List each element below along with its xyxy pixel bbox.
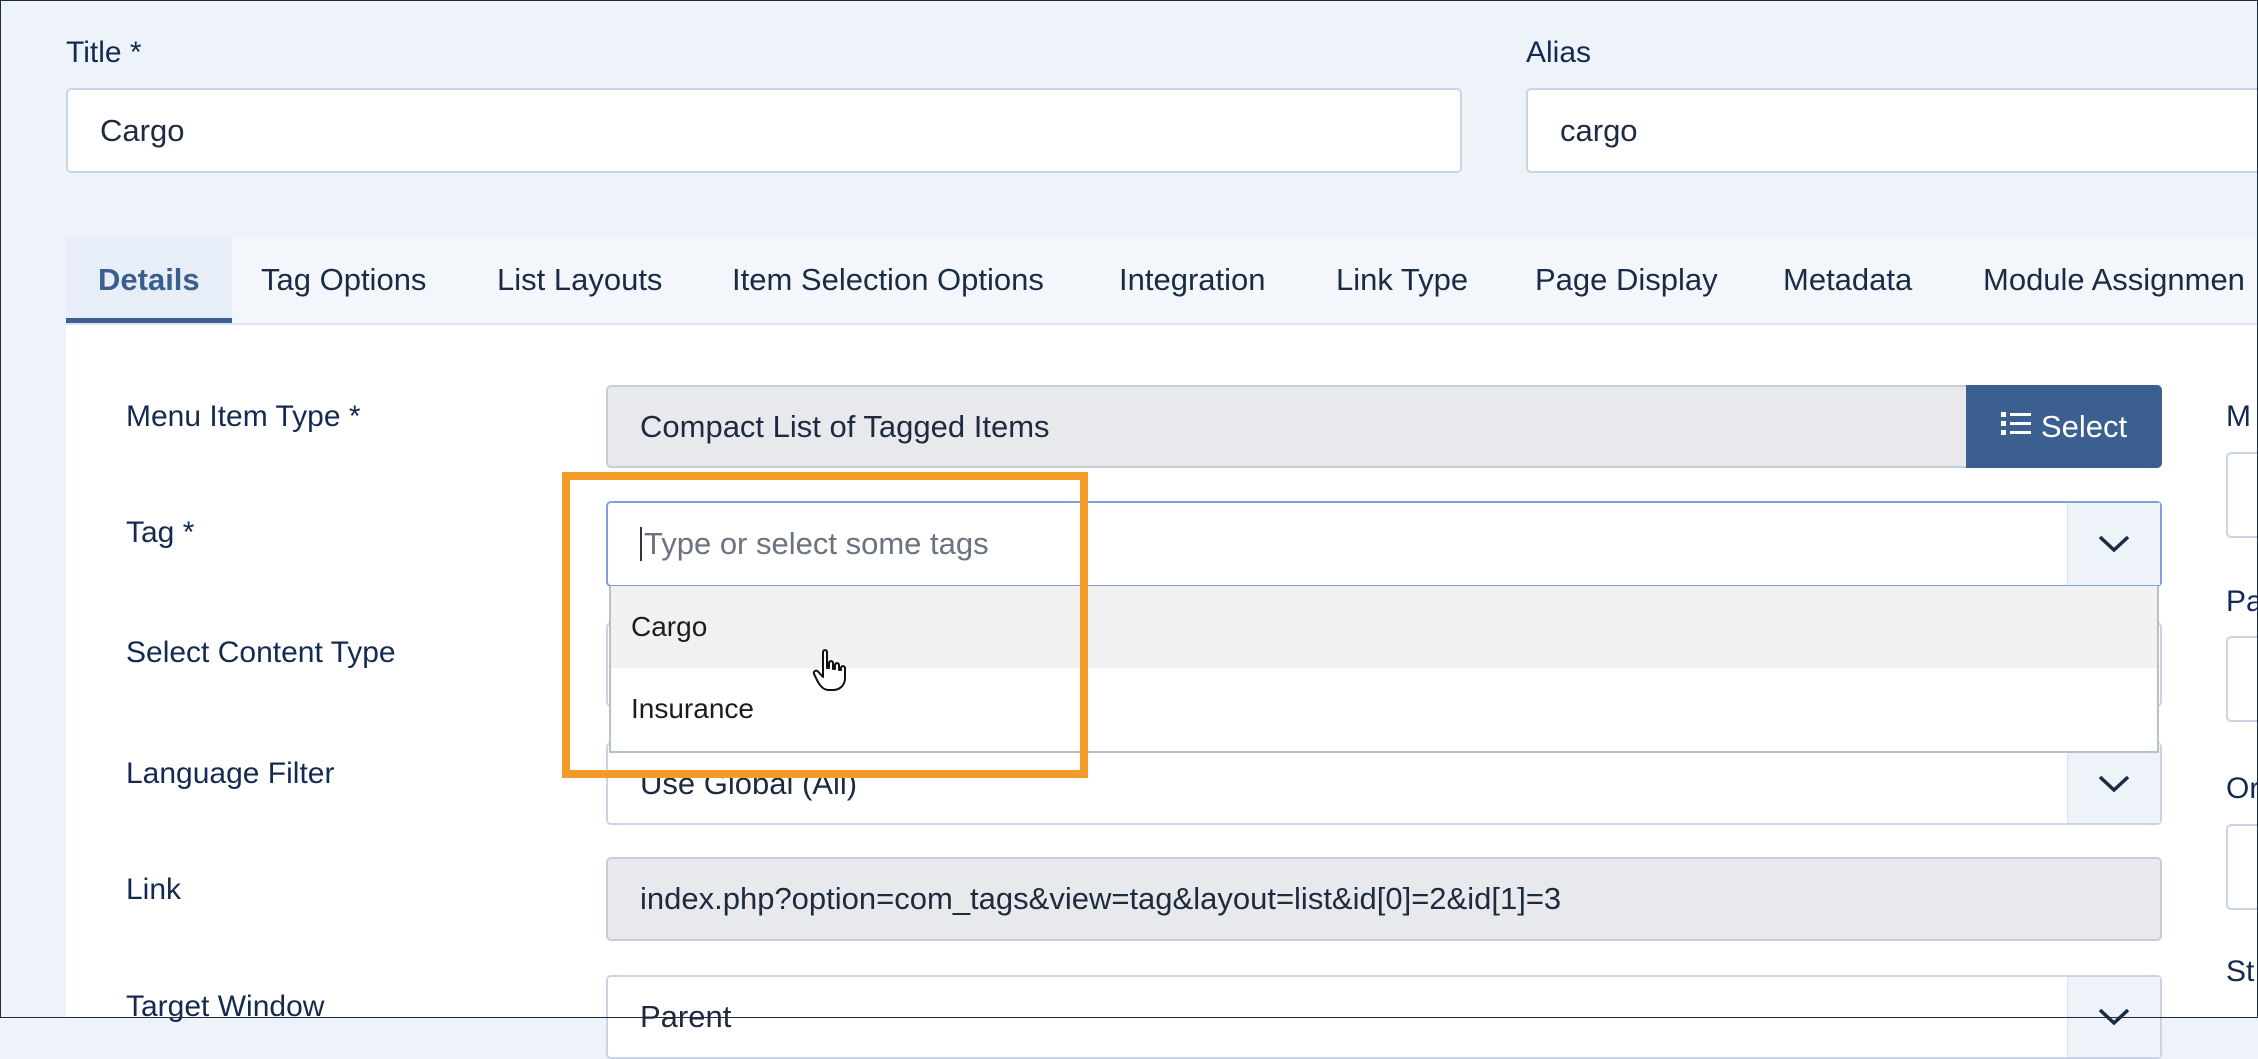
- alias-label: Alias: [1526, 36, 1592, 69]
- tab-item-selection-options[interactable]: Item Selection Options: [732, 237, 1044, 323]
- content-type-label: Select Content Type: [126, 636, 396, 669]
- right-field-3[interactable]: [2226, 824, 2258, 910]
- menu-item-type-field: Compact List of Tagged Items: [606, 385, 1968, 468]
- alias-input[interactable]: cargo: [1526, 88, 2258, 173]
- right-label-m: M: [2226, 400, 2251, 433]
- link-field: index.php?option=com_tags&view=tag&layou…: [606, 857, 2162, 941]
- chevron-down-icon: [2098, 535, 2130, 553]
- title-label: Title *: [66, 36, 142, 69]
- tab-module-assignment[interactable]: Module Assignmen: [1983, 237, 2245, 323]
- highlight-box: [562, 472, 1088, 778]
- select-button-label: Select: [2040, 408, 2128, 444]
- right-label-or: Or: [2226, 772, 2258, 805]
- chevron-down-icon: [2098, 775, 2130, 792]
- right-field-2[interactable]: [2226, 636, 2258, 722]
- tab-page-display[interactable]: Page Display: [1535, 237, 1718, 323]
- link-label: Link: [126, 873, 182, 906]
- select-button[interactable]: Select: [1966, 385, 2162, 468]
- tab-integration[interactable]: Integration: [1119, 237, 1266, 323]
- language-filter-toggle[interactable]: [2067, 744, 2160, 823]
- target-window-label: Target Window: [126, 990, 325, 1023]
- link-value: index.php?option=com_tags&view=tag&layou…: [640, 881, 1562, 916]
- title-input[interactable]: Cargo: [66, 88, 1462, 173]
- list-icon: [2000, 409, 2031, 445]
- alias-value: cargo: [1560, 112, 1638, 148]
- language-filter-label: Language Filter: [126, 757, 335, 790]
- tab-metadata[interactable]: Metadata: [1783, 237, 1912, 323]
- right-field-1[interactable]: [2226, 452, 2258, 538]
- target-window-value: Parent: [640, 999, 732, 1034]
- menu-item-type-label: Menu Item Type *: [126, 400, 361, 433]
- right-label-pa: Pa: [2226, 585, 2258, 618]
- tab-details[interactable]: Details: [66, 237, 232, 323]
- tab-tag-options[interactable]: Tag Options: [261, 237, 426, 323]
- right-label-st: St: [2226, 955, 2255, 988]
- chevron-down-icon: [2098, 1008, 2130, 1026]
- tab-link-type[interactable]: Link Type: [1336, 237, 1468, 323]
- tab-bar: Details Tag Options List Layouts Item Se…: [66, 237, 2258, 325]
- title-value: Cargo: [100, 112, 185, 148]
- tag-label: Tag *: [126, 516, 195, 549]
- hand-pointer-icon: [812, 648, 848, 697]
- menu-item-type-value: Compact List of Tagged Items: [640, 408, 1050, 444]
- target-window-select[interactable]: Parent: [606, 975, 2162, 1059]
- tag-dropdown-toggle[interactable]: [2067, 503, 2160, 585]
- target-window-toggle[interactable]: [2067, 977, 2160, 1057]
- tab-list-layouts[interactable]: List Layouts: [497, 237, 662, 323]
